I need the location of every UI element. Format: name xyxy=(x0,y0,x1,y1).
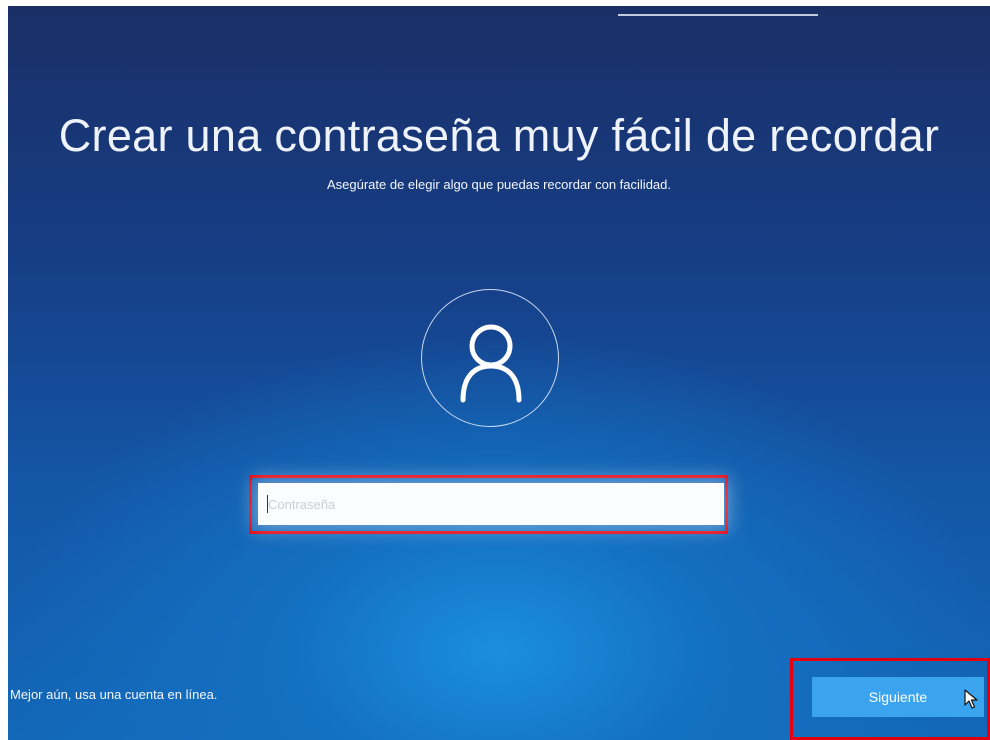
next-button[interactable]: Siguiente xyxy=(812,677,984,717)
page-title: Crear una contraseña muy fácil de record… xyxy=(58,110,940,161)
oobe-screen: Crear una contraseña muy fácil de record… xyxy=(8,6,990,740)
text-caret xyxy=(267,495,268,513)
page-subtitle: Asegúrate de elegir algo que puedas reco… xyxy=(326,177,671,192)
progress-line xyxy=(618,14,818,16)
mouse-cursor-icon xyxy=(964,689,978,709)
user-avatar xyxy=(421,289,559,427)
user-icon xyxy=(460,324,522,403)
online-account-link[interactable]: Mejor aún, usa una cuenta en línea. xyxy=(10,687,217,702)
password-field[interactable] xyxy=(258,483,724,525)
